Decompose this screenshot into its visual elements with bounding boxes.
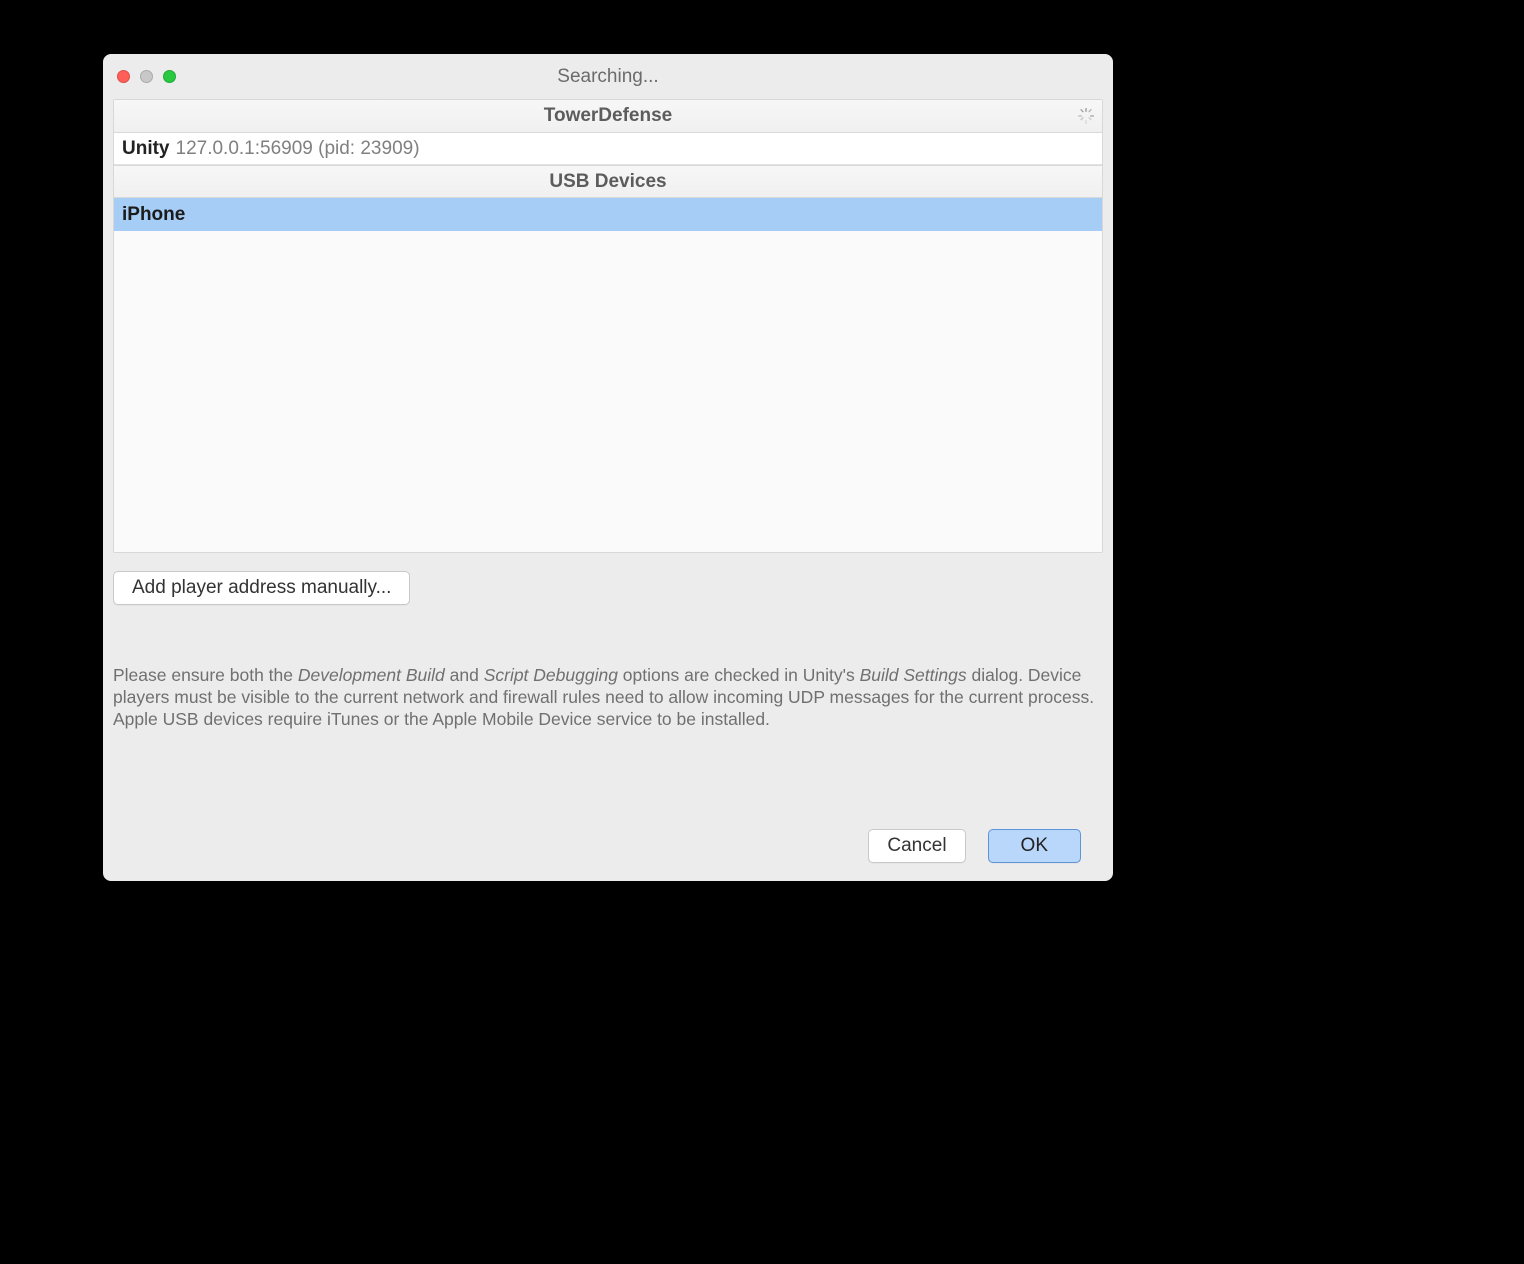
window-title: Searching... xyxy=(103,66,1113,88)
titlebar: Searching... xyxy=(103,54,1113,99)
player-row[interactable]: Unity 127.0.0.1:56909 (pid: 23909) xyxy=(114,133,1102,165)
add-manual-button[interactable]: Add player address manually... xyxy=(113,571,410,605)
dialog-window: Searching... TowerDefense xyxy=(103,54,1113,881)
spinner-icon xyxy=(1078,108,1094,124)
players-list: TowerDefense xyxy=(113,99,1103,553)
minimize-icon[interactable] xyxy=(140,70,153,83)
close-icon[interactable] xyxy=(117,70,130,83)
help-text: Please ensure both the Development Build… xyxy=(103,605,1113,731)
dialog-footer: Cancel OK xyxy=(868,829,1081,863)
group-header-usb: USB Devices xyxy=(114,165,1102,198)
player-name: Unity xyxy=(122,138,170,160)
group-header-project: TowerDefense xyxy=(114,100,1102,133)
player-row-selected[interactable]: iPhone xyxy=(114,198,1102,231)
player-name: iPhone xyxy=(122,204,185,226)
group-header-label: USB Devices xyxy=(549,171,666,193)
group-header-label: TowerDefense xyxy=(544,105,672,127)
window-controls xyxy=(117,70,176,83)
player-address: 127.0.0.1:56909 (pid: 23909) xyxy=(176,138,420,160)
zoom-icon[interactable] xyxy=(163,70,176,83)
ok-button[interactable]: OK xyxy=(988,829,1081,863)
cancel-button[interactable]: Cancel xyxy=(868,829,965,863)
